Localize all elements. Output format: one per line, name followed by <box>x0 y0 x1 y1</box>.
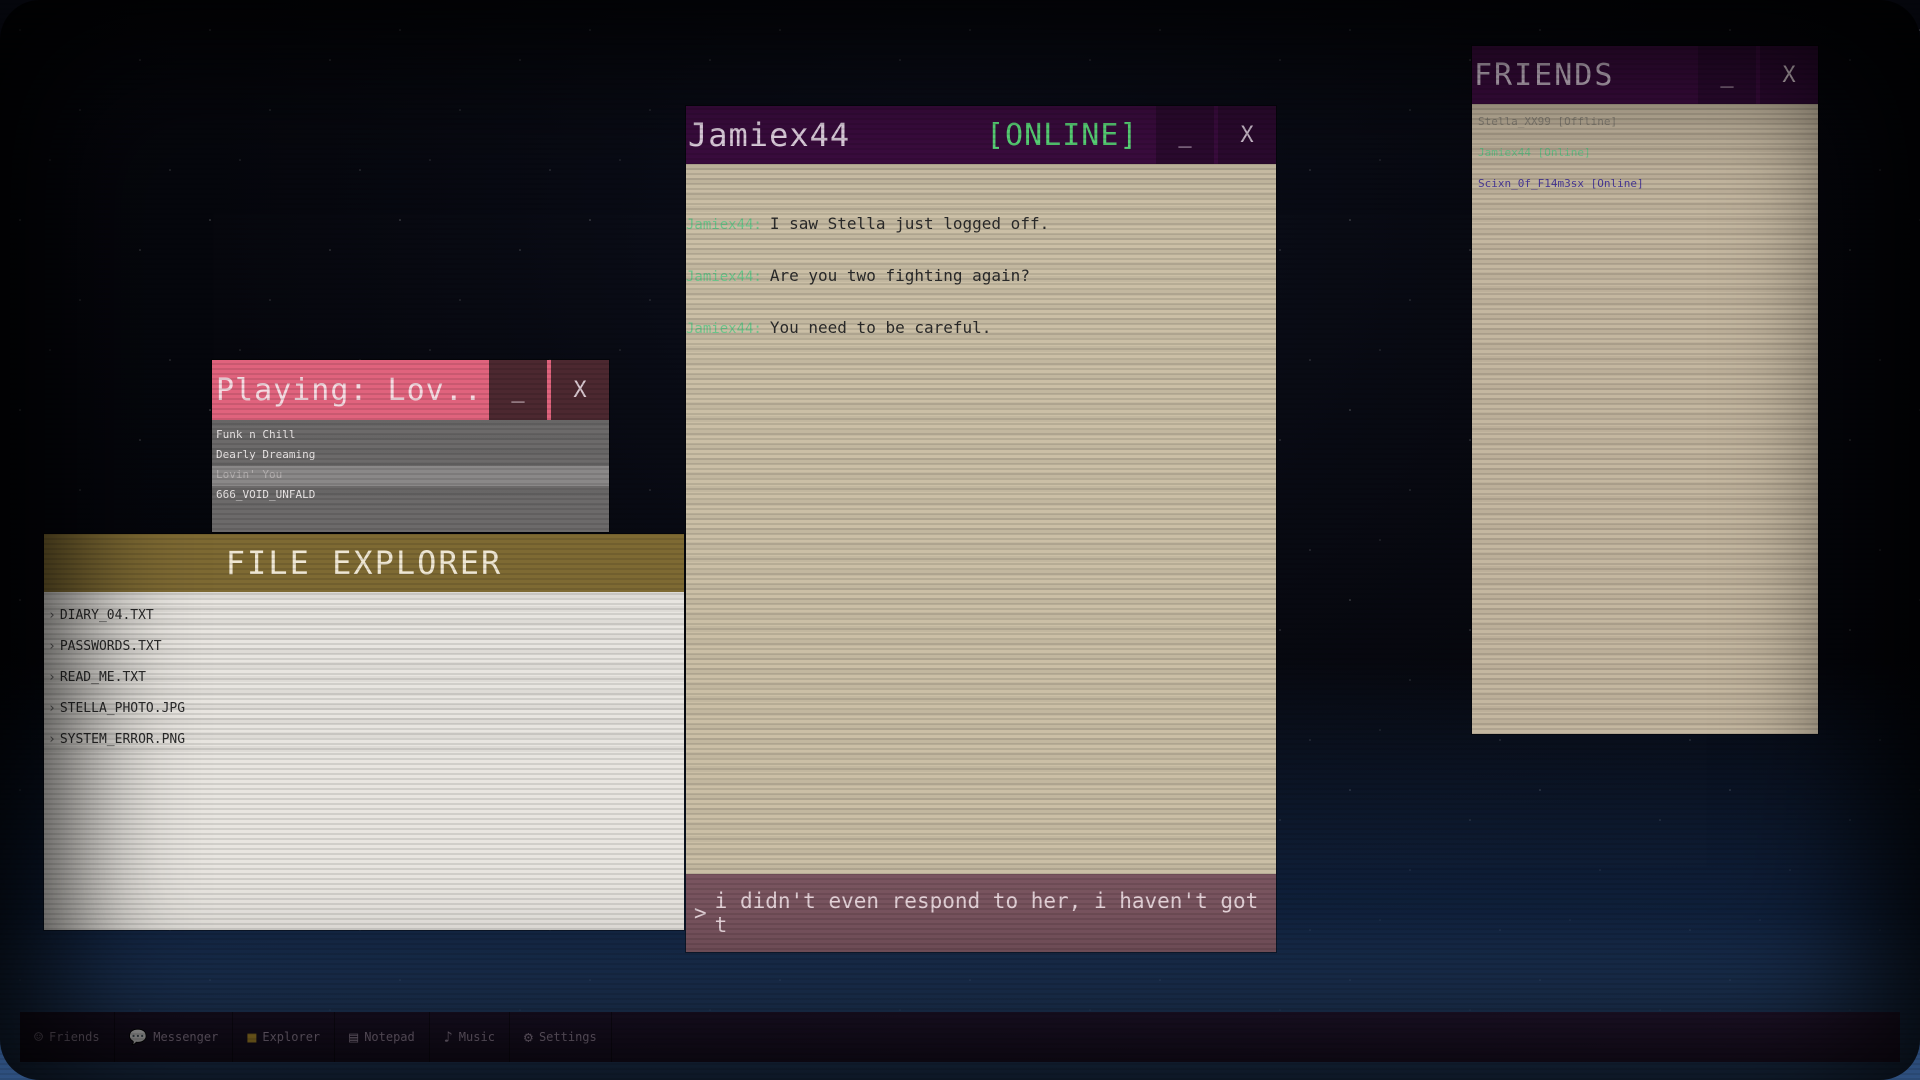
chevron-right-icon: › <box>48 608 56 623</box>
message-text: You need to be careful. <box>769 318 992 337</box>
file-name: READ_ME.TXT <box>59 670 146 685</box>
track-item[interactable]: Funk n Chill <box>212 426 609 446</box>
music-title: Playing: Lov... <box>216 372 486 408</box>
taskbar: ☺ Friends 💬 Messenger ■ Explorer ▤ Notepad ♪… <box>20 1012 1900 1062</box>
track-item[interactable]: 666_VOID_UNFALD <box>212 486 609 506</box>
gear-icon: ⚙ <box>523 1028 533 1046</box>
friends-titlebar[interactable]: FRIENDS _ X <box>1472 46 1818 104</box>
music-player-window: Playing: Lov... _ X Funk n Chill Dearly … <box>212 360 609 532</box>
file-item[interactable]: › STELLA_PHOTO.JPG <box>44 693 684 724</box>
message-text: Are you two fighting again? <box>769 266 1030 285</box>
chat-close-button[interactable]: X <box>1218 106 1276 164</box>
message: Jamiex44: I saw Stella just logged off. <box>686 214 1276 266</box>
message-sender: Jamiex44: <box>686 269 762 285</box>
friends-minimize-button[interactable]: _ <box>1698 46 1756 104</box>
friend-item[interactable]: Jamiex44 [Online] <box>1472 143 1818 174</box>
chat-window: Jamiex44 [ONLINE] _ X Jamiex44: I saw Ste… <box>686 106 1276 952</box>
message: Jamiex44: Are you two fighting again? <box>686 266 1276 318</box>
file-name: PASSWORDS.TXT <box>59 639 162 654</box>
track-list: Funk n Chill Dearly Dreaming Lovin' You … <box>212 420 609 506</box>
chevron-right-icon: › <box>48 639 56 654</box>
taskbar-label: Music <box>458 1030 495 1044</box>
message-sender: Jamiex44: <box>686 217 762 233</box>
chat-minimize-button[interactable]: _ <box>1156 106 1214 164</box>
taskbar-friends[interactable]: ☺ Friends <box>20 1012 115 1062</box>
friend-item[interactable]: Scixn_0f_F14m3sx [Online] <box>1472 174 1818 205</box>
taskbar-music[interactable]: ♪ Music <box>430 1012 510 1062</box>
taskbar-settings[interactable]: ⚙ Settings <box>510 1012 612 1062</box>
message-sender: Jamiex44: <box>686 321 762 337</box>
message-input[interactable]: > i didn't even respond to her, i haven'… <box>686 874 1276 952</box>
friends-icon: ☺ <box>34 1028 44 1046</box>
friends-window: FRIENDS _ X Stella_XX99 [Offline] Jamiex… <box>1472 46 1818 734</box>
chevron-right-icon: › <box>48 701 56 716</box>
music-minimize-button[interactable]: _ <box>489 360 547 420</box>
explorer-titlebar[interactable]: FILE EXPLORER <box>44 534 684 592</box>
file-item[interactable]: › PASSWORDS.TXT <box>44 631 684 662</box>
taskbar-messenger[interactable]: 💬 Messenger <box>115 1012 234 1062</box>
music-close-button[interactable]: X <box>551 360 609 420</box>
input-prompt: > <box>694 901 707 925</box>
taskbar-notepad[interactable]: ▤ Notepad <box>335 1012 430 1062</box>
chat-status-badge: [ONLINE] <box>986 117 1139 153</box>
file-name: STELLA_PHOTO.JPG <box>59 701 186 716</box>
chat-contact-name: Jamiex44 <box>688 116 851 154</box>
folder-icon: ■ <box>247 1028 257 1046</box>
message-list: Jamiex44: I saw Stella just logged off. J… <box>686 164 1276 872</box>
file-item[interactable]: › READ_ME.TXT <box>44 662 684 693</box>
input-text: i didn't even respond to her, i haven't … <box>714 889 1259 937</box>
friends-title: FRIENDS <box>1474 57 1615 93</box>
taskbar-label: Settings <box>538 1030 597 1044</box>
taskbar-explorer[interactable]: ■ Explorer <box>233 1012 336 1062</box>
file-item[interactable]: › DIARY_04.TXT <box>44 600 684 631</box>
explorer-title: FILE EXPLORER <box>225 544 503 582</box>
friends-list: Stella_XX99 [Offline] Jamiex44 [Online] … <box>1472 104 1818 734</box>
chevron-right-icon: › <box>48 670 56 685</box>
friends-close-button[interactable]: X <box>1760 46 1818 104</box>
taskbar-label: Messenger <box>153 1030 219 1044</box>
chevron-right-icon: › <box>48 732 56 747</box>
music-icon: ♪ <box>443 1028 453 1046</box>
track-item[interactable]: Dearly Dreaming <box>212 446 609 466</box>
speech-bubble-icon: 💬 <box>128 1028 148 1046</box>
file-explorer-window: FILE EXPLORER › DIARY_04.TXT › PASSWORDS.T… <box>44 534 684 930</box>
chat-titlebar[interactable]: Jamiex44 [ONLINE] _ X <box>686 106 1276 164</box>
file-name: DIARY_04.TXT <box>59 608 154 623</box>
notepad-icon: ▤ <box>349 1028 359 1046</box>
friend-item[interactable]: Stella_XX99 [Offline] <box>1472 112 1818 143</box>
taskbar-label: Friends <box>49 1030 100 1044</box>
track-item-playing[interactable]: Lovin' You <box>212 466 609 486</box>
file-name: SYSTEM_ERROR.PNG <box>59 732 186 747</box>
music-titlebar[interactable]: Playing: Lov... _ X <box>212 360 609 420</box>
taskbar-label: Explorer <box>262 1030 321 1044</box>
message-text: I saw Stella just logged off. <box>769 214 1050 233</box>
taskbar-label: Notepad <box>364 1030 415 1044</box>
file-item[interactable]: › SYSTEM_ERROR.PNG <box>44 724 684 755</box>
message: Jamiex44: You need to be careful. <box>686 318 1276 370</box>
file-list: › DIARY_04.TXT › PASSWORDS.TXT › READ_ME.TX… <box>44 592 684 755</box>
